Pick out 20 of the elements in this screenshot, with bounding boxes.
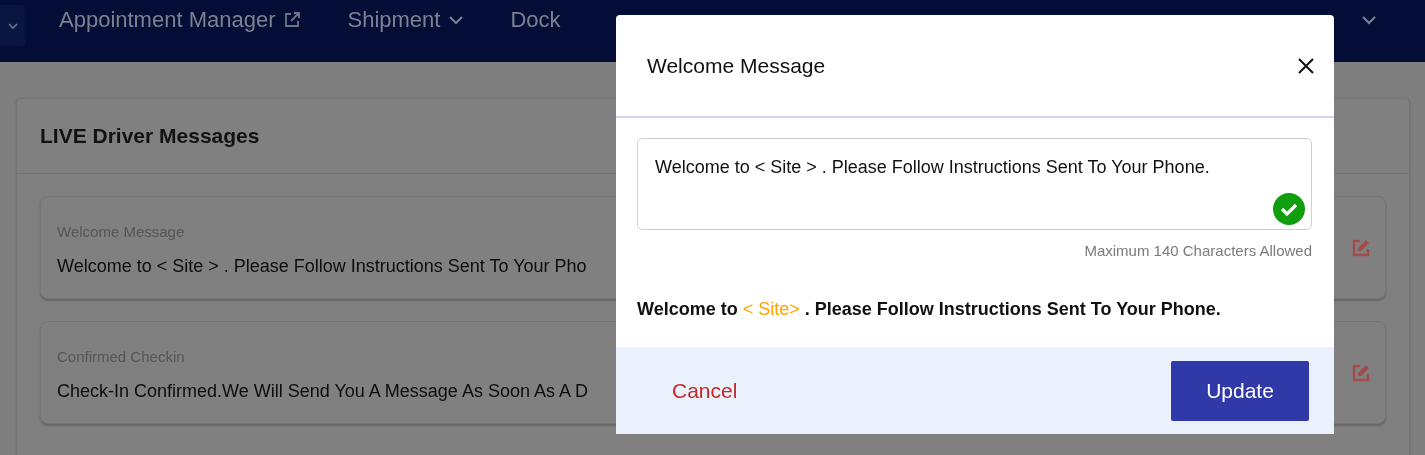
chevron-down-icon: [448, 15, 465, 25]
menu-toggle[interactable]: [0, 5, 25, 46]
chevron-down-icon: [7, 21, 18, 30]
edit-icon[interactable]: [1351, 237, 1371, 258]
message-text: Check-In Confirmed.We Will Send You A Message As Soon As A D: [57, 380, 588, 402]
dialog-title: Welcome Message: [647, 53, 826, 78]
character-limit-hint: Maximum 140 Characters Allowed: [1084, 242, 1312, 259]
external-link-icon: [283, 11, 302, 29]
update-button[interactable]: Update: [1171, 360, 1309, 421]
nav-item[interactable]: Appointment Manager: [59, 5, 302, 35]
cancel-button[interactable]: Cancel: [656, 370, 754, 411]
message-text: Welcome to < Site > . Please Follow Instructions Sent To Your Pho: [57, 255, 587, 277]
chevron-down-icon: [1361, 15, 1377, 25]
close-icon: [1298, 57, 1314, 74]
message-input[interactable]: Welcome to < Site > . Please Follow Instructions Sent To Your Phone.: [637, 138, 1312, 230]
edit-icon[interactable]: [1351, 362, 1371, 383]
panel-title: LIVE Driver Messages: [40, 124, 260, 148]
nav-item[interactable]: Dock: [510, 5, 561, 35]
nav-item[interactable]: Shipment: [347, 5, 465, 35]
message-preview: Welcome to < Site> . Please Follow Instructions Sent To Your Phone.: [637, 299, 1222, 320]
